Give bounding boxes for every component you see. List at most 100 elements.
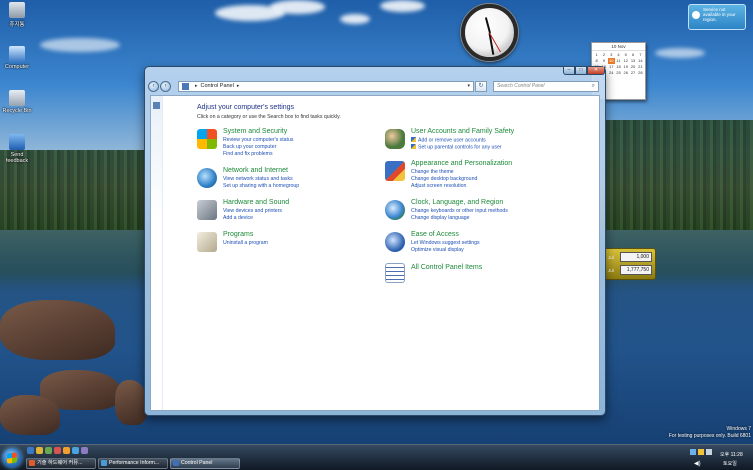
category-title[interactable]: Clock, Language, and Region	[411, 199, 503, 206]
taskbar: 기술 하드웨어 커뮤... Performance Inform... Cont…	[0, 444, 753, 470]
desktop-icon-send-feedback[interactable]: Send feedback	[0, 134, 34, 164]
category-link[interactable]: View devices and printers	[223, 208, 282, 214]
category-link[interactable]: Set up sharing with a homegroup	[223, 183, 299, 189]
stock-row: Jul 1,000	[608, 252, 652, 262]
start-button[interactable]	[2, 448, 22, 468]
quicklaunch-icon[interactable]	[81, 447, 88, 454]
category-hardware-sound: Hardware and Sound View devices and prin…	[197, 199, 377, 227]
system-tray: ◀) 오후 11:28 토요일	[680, 447, 752, 469]
breadcrumb-control-panel[interactable]: Control Panel	[201, 83, 234, 89]
category-link[interactable]: Change desktop background	[411, 176, 477, 182]
quicklaunch-icon[interactable]	[72, 447, 79, 454]
refresh-button[interactable]: ↻	[475, 80, 487, 92]
taskbar-button-label: Control Panel	[181, 460, 213, 466]
category-title[interactable]: Hardware and Sound	[223, 199, 289, 206]
notification-gadget[interactable]: Service not available in your region.	[688, 4, 746, 30]
breadcrumb-arrow-icon[interactable]: ▸	[237, 83, 240, 89]
category-link-label: Add or remove user accounts	[418, 137, 486, 144]
address-dropdown-icon[interactable]: ▾	[467, 83, 470, 89]
calendar-day[interactable]: 27	[629, 70, 636, 76]
calendar-day[interactable]: 24	[608, 70, 615, 76]
category-link[interactable]: Review your computer's status	[223, 137, 293, 143]
browser-icon	[29, 460, 35, 466]
category-link[interactable]: Add a device	[223, 215, 253, 221]
category-link[interactable]: Add or remove user accounts	[411, 137, 486, 144]
search-input[interactable]: Search Control Panel ⌕	[493, 80, 599, 92]
category-link[interactable]: Adjust screen resolution	[411, 183, 466, 189]
category-link[interactable]: Let Windows suggest settings	[411, 240, 480, 246]
forward-button[interactable]: ›	[160, 80, 171, 92]
desktop-icon-computer[interactable]: Computer	[0, 46, 34, 70]
appearance-icon	[385, 161, 405, 181]
category-clock-language: Clock, Language, and Region Change keybo…	[385, 199, 565, 227]
minimize-button[interactable]: –	[563, 67, 575, 75]
windows-logo-icon	[7, 452, 17, 464]
cloud	[655, 48, 705, 58]
desktop-icon-recycle-bin[interactable]: Recycle Bin	[0, 90, 34, 114]
breadcrumb-arrow-icon[interactable]: ▸	[195, 83, 198, 89]
category-link[interactable]: Change keyboards or other input methods	[411, 208, 508, 214]
category-link[interactable]: Back up your computer	[223, 144, 276, 150]
category-link[interactable]: Change the theme	[411, 169, 454, 175]
tray-clock[interactable]: 오후 11:28	[720, 451, 743, 458]
search-icon[interactable]: ⌕	[592, 83, 595, 90]
ease-of-access-icon	[385, 232, 405, 252]
content-pane: Adjust your computer's settings Click on…	[150, 95, 600, 411]
quicklaunch-icon[interactable]	[54, 447, 61, 454]
clock-gadget[interactable]	[461, 4, 518, 61]
category-title[interactable]: User Accounts and Family Safety	[411, 128, 514, 135]
close-button[interactable]: ✕	[587, 67, 605, 75]
language-tray-icon[interactable]	[706, 449, 712, 455]
stock-label: Jul	[608, 254, 614, 260]
category-title[interactable]: System and Security	[223, 128, 287, 135]
search-placeholder: Search Control Panel	[497, 83, 545, 89]
back-button[interactable]: ‹	[148, 80, 159, 92]
volume-icon[interactable]: ◀)	[694, 460, 701, 467]
category-title[interactable]: Network and Internet	[223, 167, 288, 174]
tray-day[interactable]: 토요일	[723, 460, 737, 467]
action-center-icon[interactable]	[698, 449, 704, 455]
cloud	[270, 0, 325, 14]
stock-row: Jul 1,777,750	[608, 265, 652, 275]
left-pane	[151, 96, 163, 410]
category-link[interactable]: Uninstall a program	[223, 240, 268, 246]
category-link[interactable]: Optimize visual display	[411, 247, 464, 253]
taskbar-button-active[interactable]: Control Panel	[170, 458, 240, 469]
windows-watermark: Windows 7 For testing purposes only. Bui…	[669, 426, 751, 440]
title-bar[interactable]: – □ ✕	[145, 67, 605, 79]
category-programs: Programs Uninstall a program	[197, 231, 377, 253]
performance-icon	[101, 460, 107, 466]
cloud	[40, 38, 120, 52]
category-link[interactable]: View network status and tasks	[223, 176, 293, 182]
taskbar-button[interactable]: 기술 하드웨어 커뮤...	[26, 458, 96, 469]
rock	[115, 380, 147, 425]
stocks-gadget[interactable]: Jul 1,000 Jul 1,777,750	[604, 248, 656, 280]
navigation-bar: ‹ › ▸ Control Panel ▸ ▾ ↻ Search Control…	[148, 79, 602, 93]
category-title[interactable]: Programs	[223, 231, 253, 238]
category-title[interactable]: All Control Panel Items	[411, 264, 482, 271]
category-link[interactable]: Change display language	[411, 215, 470, 221]
maximize-button[interactable]: □	[575, 67, 587, 75]
uac-shield-icon	[411, 144, 416, 149]
calendar-day[interactable]: 28	[637, 70, 644, 76]
calendar-day[interactable]: 25	[615, 70, 622, 76]
quicklaunch-icon[interactable]	[45, 447, 52, 454]
quicklaunch-icon[interactable]	[63, 447, 70, 454]
uac-shield-icon	[411, 137, 416, 142]
category-title[interactable]: Ease of Access	[411, 231, 459, 238]
feedback-icon	[9, 134, 25, 150]
taskbar-button-label: Performance Inform...	[109, 460, 160, 466]
quicklaunch-icon[interactable]	[27, 447, 34, 454]
network-tray-icon[interactable]	[690, 449, 696, 455]
category-link[interactable]: Set up parental controls for any user	[411, 144, 502, 151]
desktop-icon-label: Send feedback	[5, 152, 29, 164]
category-title[interactable]: Appearance and Personalization	[411, 160, 512, 167]
calendar-day[interactable]: 26	[622, 70, 629, 76]
address-bar[interactable]: ▸ Control Panel ▸ ▾	[178, 80, 474, 92]
taskbar-button[interactable]: Performance Inform...	[98, 458, 168, 469]
category-system-security: System and Security Review your computer…	[197, 128, 377, 162]
category-link[interactable]: Find and fix problems	[223, 151, 273, 157]
quicklaunch-icon[interactable]	[36, 447, 43, 454]
all-items-icon	[385, 263, 405, 283]
desktop-icon-recycle-ko[interactable]: 휴지통	[0, 2, 34, 28]
